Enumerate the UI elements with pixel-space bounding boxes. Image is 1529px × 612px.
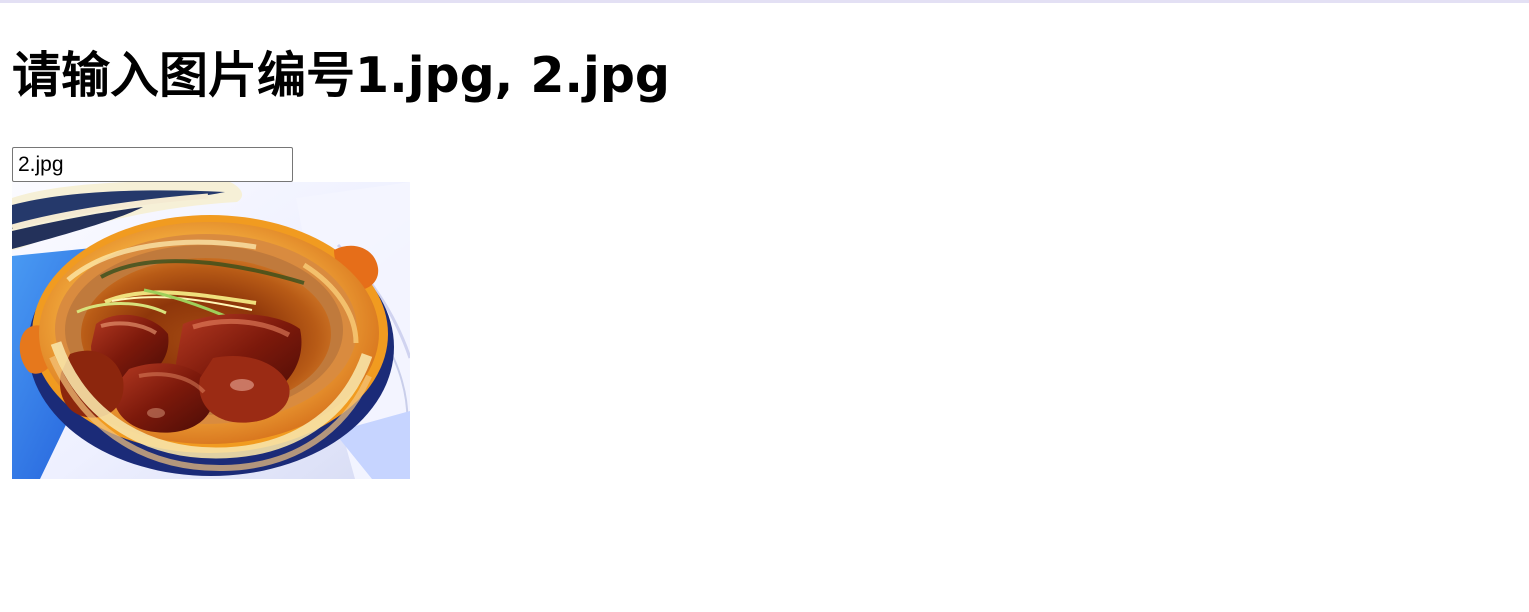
page-title: 请输入图片编号1.jpg, 2.jpg (12, 47, 670, 104)
image-number-input[interactable] (12, 147, 293, 182)
braised-pork-photo-illustration (12, 182, 410, 479)
food-photo (12, 182, 410, 479)
top-border (0, 0, 1529, 3)
